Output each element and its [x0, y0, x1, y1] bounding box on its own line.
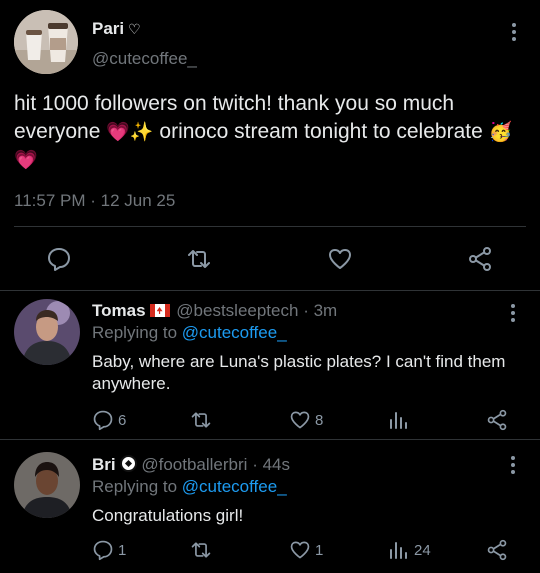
meta-separator: · — [90, 191, 96, 210]
reply-author-handle[interactable]: @bestsleeptech — [176, 301, 298, 320]
tweet-date: 12 Jun 25 — [100, 191, 176, 210]
reply-count: 6 — [118, 411, 127, 429]
soccer-ball-icon — [119, 455, 137, 472]
tweet-text: hit 1000 followers on twitch! thank you … — [14, 90, 524, 174]
like-icon — [290, 541, 310, 559]
mention-link[interactable]: @cutecoffee_ — [182, 323, 287, 342]
retweet-icon[interactable] — [186, 246, 212, 272]
retweet-icon — [191, 412, 211, 428]
share-icon[interactable] — [467, 246, 493, 272]
author-name[interactable]: Pari ♡ — [92, 19, 141, 39]
like-button[interactable]: 1 — [289, 539, 323, 561]
pink-heart-emoji: 💗 — [14, 149, 38, 171]
time-separator: · — [303, 301, 309, 320]
reply-author-handle[interactable]: @footballerbri — [141, 455, 247, 474]
reply-author-name[interactable]: Tomas — [92, 301, 146, 320]
avatar[interactable] — [14, 299, 80, 365]
replying-to-label: Replying to — [92, 323, 178, 342]
like-button[interactable]: 8 — [289, 409, 323, 431]
reply-author-name[interactable]: Bri — [92, 455, 116, 474]
tweet-time: 11:57 PM — [14, 191, 86, 210]
mention-link[interactable]: @cutecoffee_ — [182, 477, 287, 496]
like-icon[interactable] — [327, 246, 353, 272]
views-icon — [390, 542, 407, 559]
views-icon — [390, 412, 407, 429]
tweet-thread: Pari ♡ @cutecoffee_ hit 1000 followers on… — [0, 0, 540, 573]
avatar[interactable] — [14, 452, 80, 518]
tweet-actions — [0, 242, 540, 276]
like-count: 8 — [315, 411, 324, 429]
reply-icon — [93, 540, 113, 561]
reply-icon — [93, 410, 113, 431]
sparkles-emoji: ✨ — [129, 121, 154, 143]
reply-button[interactable]: 6 — [92, 409, 126, 431]
pink-heart-emoji: 💗 — [106, 121, 130, 143]
reply-count: 1 — [118, 541, 127, 559]
divider — [14, 226, 526, 227]
more-options-icon[interactable] — [503, 301, 523, 325]
party-face-emoji: 🥳 — [488, 121, 513, 143]
share-icon — [487, 409, 507, 431]
reply-button[interactable]: 1 — [92, 539, 126, 561]
share-button[interactable] — [486, 409, 508, 431]
share-button[interactable] — [486, 539, 508, 561]
replying-to-label: Replying to — [92, 477, 178, 496]
author-handle[interactable]: @cutecoffee_ — [92, 49, 197, 69]
more-options-icon[interactable] — [504, 20, 524, 44]
reply-header: Tomas @bestsleeptech · 3m — [92, 301, 337, 321]
views-button[interactable] — [388, 409, 410, 431]
like-count: 1 — [315, 541, 324, 559]
reply-item[interactable]: Bri @footballerbri · 44s Replying to @cu… — [0, 440, 540, 573]
author-name-text: Pari — [92, 19, 125, 38]
reply-icon[interactable] — [46, 246, 72, 272]
reply-time[interactable]: 44s — [263, 455, 290, 474]
views-count: 24 — [414, 541, 431, 559]
replying-to: Replying to @cutecoffee_ — [92, 323, 287, 343]
reply-text: Congratulations girl! — [92, 506, 244, 525]
replying-to: Replying to @cutecoffee_ — [92, 477, 287, 497]
share-icon — [487, 539, 507, 561]
reply-header: Bri @footballerbri · 44s — [92, 455, 290, 475]
heart-outline-icon: ♡ — [128, 21, 141, 37]
time-separator: · — [252, 455, 258, 474]
retweet-icon — [191, 542, 211, 558]
more-options-icon[interactable] — [503, 453, 523, 477]
retweet-button[interactable] — [190, 409, 212, 431]
reply-text: Baby, where are Luna's plastic plates? I… — [92, 352, 506, 393]
like-icon — [290, 411, 310, 429]
main-tweet: Pari ♡ @cutecoffee_ hit 1000 followers on… — [0, 0, 540, 291]
views-button[interactable]: 24 — [388, 539, 431, 561]
tweet-timestamp[interactable]: 11:57 PM · 12 Jun 25 — [14, 191, 175, 211]
reply-time[interactable]: 3m — [314, 301, 338, 320]
tweet-text-part-2: orinoco stream tonight to celebrate — [153, 120, 489, 143]
canada-flag-icon — [149, 304, 170, 317]
reply-item[interactable]: Tomas @bestsleeptech · 3m Replying to @c… — [0, 291, 540, 438]
avatar[interactable] — [14, 10, 78, 74]
retweet-button[interactable] — [190, 539, 212, 561]
